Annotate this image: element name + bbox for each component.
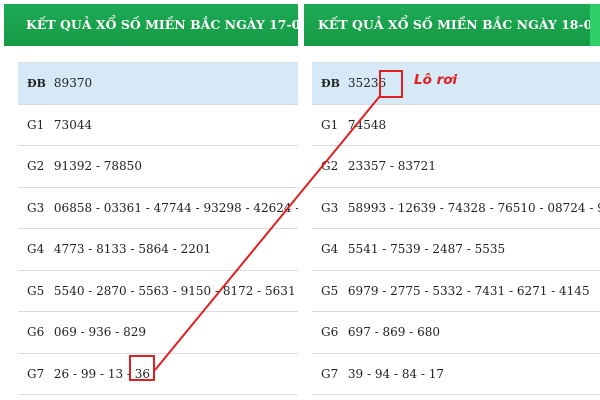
prize-value: 697 - 869 - 680 bbox=[339, 311, 600, 354]
table-row-g3: G3 58993 - 12639 - 74328 - 76510 - 08724… bbox=[312, 186, 600, 229]
prize-value: 5540 - 2870 - 5563 - 9150 - 8172 - 5631 bbox=[45, 269, 298, 312]
prize-label: G6 bbox=[312, 311, 340, 354]
prize-value: 6979 - 2775 - 5332 - 7431 - 6271 - 4145 bbox=[339, 269, 600, 312]
results-table: ĐB 35236 G1 74548 G2 23357 - 83721 G3 58… bbox=[312, 62, 600, 395]
prize-label: G7 bbox=[18, 352, 46, 395]
prize-value: 06858 - 03361 - 47744 - 93298 - 42624 - … bbox=[45, 186, 298, 229]
prize-label: G4 bbox=[18, 228, 46, 271]
prize-label: G2 bbox=[18, 145, 46, 188]
table-row-g3: G3 06858 - 03361 - 47744 - 93298 - 42624… bbox=[18, 186, 298, 229]
prize-label: G3 bbox=[18, 186, 46, 229]
prize-label: G5 bbox=[18, 269, 46, 312]
prize-label: G1 bbox=[18, 103, 46, 146]
prize-label: G2 bbox=[312, 145, 340, 188]
table-row-g7: G7 26 - 99 - 13 - 36 bbox=[18, 352, 298, 395]
prize-label: G1 bbox=[312, 103, 340, 146]
annotation-label: Lô rơi bbox=[414, 72, 458, 88]
results-table: ĐB 89370 G1 73044 G2 91392 - 78850 G3 06… bbox=[18, 62, 298, 395]
prize-value: 58993 - 12639 - 74328 - 76510 - 08724 - … bbox=[339, 186, 600, 229]
highlighted-number: 36 bbox=[134, 366, 151, 381]
lottery-comparison: KẾT QUẢ XỔ SỐ MIỀN BẮC NGÀY 17-05- ĐB 89… bbox=[0, 0, 600, 400]
panel-title-text: KẾT QUẢ XỔ SỐ MIỀN BẮC NGÀY 18-05- bbox=[318, 17, 600, 32]
prize-value: 74548 bbox=[339, 103, 600, 146]
prize-label: G3 bbox=[312, 186, 340, 229]
prize-value: 5541 - 7539 - 2487 - 5535 bbox=[339, 228, 600, 271]
prize-value: 39 - 94 - 84 - 17 bbox=[339, 352, 600, 395]
table-row-g2: G2 91392 - 78850 bbox=[18, 145, 298, 188]
prize-label: G6 bbox=[18, 311, 46, 354]
table-row-g1: G1 73044 bbox=[18, 103, 298, 146]
table-row-g5: G5 6979 - 2775 - 5332 - 7431 - 6271 - 41… bbox=[312, 269, 600, 312]
table-row-g6: G6 697 - 869 - 680 bbox=[312, 311, 600, 354]
prize-label: G5 bbox=[312, 269, 340, 312]
table-row-g2: G2 23357 - 83721 bbox=[312, 145, 600, 188]
panel-title-text: KẾT QUẢ XỔ SỐ MIỀN BẮC NGÀY 17-05- bbox=[26, 17, 298, 32]
panel-title: KẾT QUẢ XỔ SỐ MIỀN BẮC NGÀY 18-05- bbox=[304, 4, 600, 46]
prize-value: 23357 - 83721 bbox=[339, 145, 600, 188]
prize-label: ĐB bbox=[312, 62, 340, 105]
prize-value: 73044 bbox=[45, 103, 298, 146]
prize-value: 4773 - 8133 - 5864 - 2201 bbox=[45, 228, 298, 271]
prize-label: G7 bbox=[312, 352, 340, 395]
table-row-db: ĐB 89370 bbox=[18, 62, 298, 105]
prize-value: 069 - 936 - 829 bbox=[45, 311, 298, 354]
results-panel-17-05: KẾT QUẢ XỔ SỐ MIỀN BẮC NGÀY 17-05- ĐB 89… bbox=[0, 0, 298, 400]
prize-value: 89370 bbox=[45, 62, 298, 105]
table-row-g7: G7 39 - 94 - 84 - 17 bbox=[312, 352, 600, 395]
results-panel-18-05: KẾT QUẢ XỔ SỐ MIỀN BẮC NGÀY 18-05- ĐB 35… bbox=[298, 0, 600, 400]
table-row-g1: G1 74548 bbox=[312, 103, 600, 146]
header-accent bbox=[590, 4, 600, 46]
table-row-g6: G6 069 - 936 - 829 bbox=[18, 311, 298, 354]
panel-title: KẾT QUẢ XỔ SỐ MIỀN BẮC NGÀY 17-05- bbox=[4, 4, 298, 46]
table-row-g4: G4 5541 - 7539 - 2487 - 5535 bbox=[312, 228, 600, 271]
table-row-g5: G5 5540 - 2870 - 5563 - 9150 - 8172 - 56… bbox=[18, 269, 298, 312]
prize-value-prefix: 26 - 99 - 13 - bbox=[53, 366, 135, 381]
prize-value: 26 - 99 - 13 - 36 bbox=[45, 352, 298, 395]
prize-value: 91392 - 78850 bbox=[45, 145, 298, 188]
prize-label: ĐB bbox=[18, 62, 46, 105]
table-row-g4: G4 4773 - 8133 - 5864 - 2201 bbox=[18, 228, 298, 271]
prize-label: G4 bbox=[312, 228, 340, 271]
prize-value: 35236 bbox=[339, 62, 600, 105]
